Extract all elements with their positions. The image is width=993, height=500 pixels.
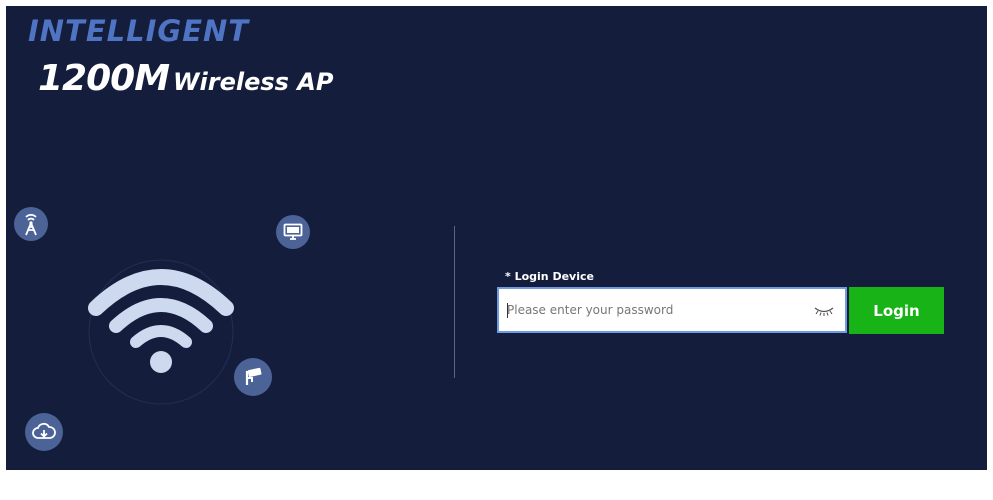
password-input[interactable] xyxy=(507,289,797,331)
security-camera-icon xyxy=(234,358,272,396)
login-page: INTELLIGENT 1200M Wireless AP * Login De… xyxy=(6,6,987,470)
monitor-icon xyxy=(276,215,310,249)
model-number: 1200M xyxy=(38,58,170,99)
antenna-tower-icon xyxy=(14,207,48,241)
vertical-divider xyxy=(454,226,455,378)
password-field[interactable] xyxy=(497,287,847,333)
eye-closed-icon[interactable] xyxy=(813,303,835,317)
login-device-label: * Login Device xyxy=(505,270,594,283)
brand-intelligent: INTELLIGENT xyxy=(28,14,250,48)
model-name: Wireless AP xyxy=(173,68,334,96)
brand-model: 1200M Wireless AP xyxy=(38,58,333,99)
cloud-download-icon xyxy=(25,413,63,451)
text-caret xyxy=(507,303,508,318)
login-button[interactable]: Login xyxy=(849,287,944,334)
